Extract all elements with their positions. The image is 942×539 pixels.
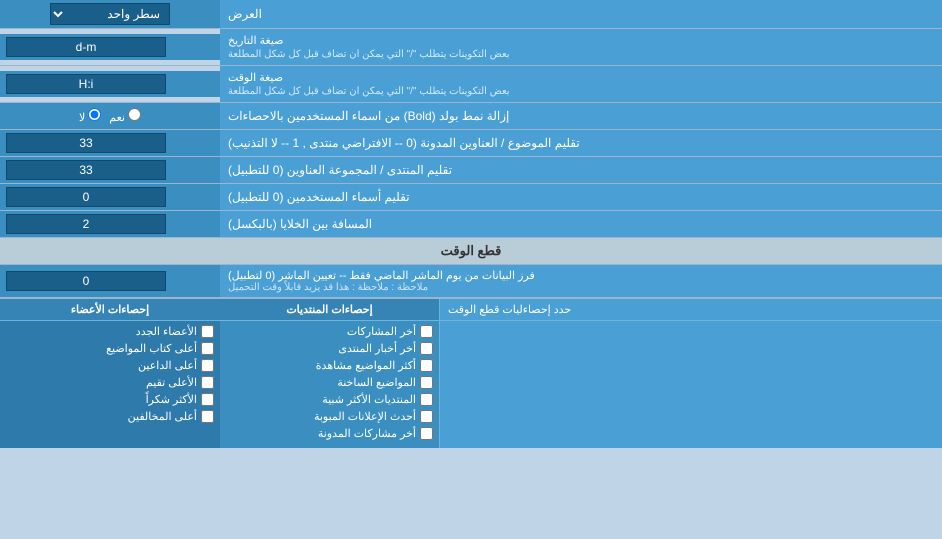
checkbox-last-blog-posts[interactable] xyxy=(420,427,433,440)
checkbox-last-posts[interactable] xyxy=(420,325,433,338)
stats-col2-body: الأعضاء الجدد أعلى كتاب المواضيع أعلى ال… xyxy=(0,321,220,448)
date-format-label: صيغة التاريخ بعض التكوينات يتطلب "/" الت… xyxy=(220,29,942,65)
realtime-section-title: قطع الوقت xyxy=(0,238,942,265)
topics-limit-row: تقليم الموضوع / العناوين المدونة (0 -- ا… xyxy=(0,130,942,157)
realtime-filter-input-area xyxy=(0,265,220,297)
usernames-trim-input[interactable] xyxy=(6,187,166,207)
stats-section: حدد إحصاءليات قطع الوقت إحصاءات المنتديا… xyxy=(0,298,942,448)
display-mode-row: العرض سطر واحد سطرين ثلاثة أسطر xyxy=(0,0,942,29)
checkbox-new-members[interactable] xyxy=(201,325,214,338)
list-item: أعلى المخالفين xyxy=(6,410,214,423)
bold-yes-label: نعم xyxy=(109,108,141,124)
realtime-filter-input[interactable] xyxy=(6,271,166,291)
list-item: المنتديات الأكثر شبية xyxy=(226,393,433,406)
display-mode-select[interactable]: سطر واحد سطرين ثلاثة أسطر xyxy=(50,3,170,25)
stats-col1-body: أخر المشاركات أخر أخبار المنتدى أكثر الم… xyxy=(220,321,440,448)
forum-titles-row: تقليم المنتدى / المجموعة العناوين (0 للت… xyxy=(0,157,942,184)
list-item: أعلى كتاب المواضيع xyxy=(6,342,214,355)
checkbox-top-violators[interactable] xyxy=(201,410,214,423)
stats-col2-header: إحصاءات الأعضاء xyxy=(0,299,220,320)
time-format-label: صيغة الوقت بعض التكوينات يتطلب "/" التي … xyxy=(220,66,942,102)
cells-gap-label: المسافة بين الخلايا (بالبكسل) xyxy=(220,211,942,237)
stats-main-label: حدد إحصاءليات قطع الوقت xyxy=(440,299,942,320)
cells-gap-input[interactable] xyxy=(6,214,166,234)
checkbox-latest-ads[interactable] xyxy=(420,410,433,423)
checkbox-most-thanked[interactable] xyxy=(201,393,214,406)
bold-no-radio[interactable] xyxy=(88,108,101,121)
list-item: أكثر المواضيع مشاهدة xyxy=(226,359,433,372)
stats-headers-row: حدد إحصاءليات قطع الوقت إحصاءات المنتديا… xyxy=(0,299,942,321)
list-item: أعلى الداعين xyxy=(6,359,214,372)
stats-left-spacer xyxy=(440,321,942,448)
display-mode-label: العرض xyxy=(220,3,942,25)
bold-stats-row: إزالة نمط بولد (Bold) من اسماء المستخدمي… xyxy=(0,103,942,130)
list-item: أحدث الإعلانات المبوبة xyxy=(226,410,433,423)
list-item: الأعضاء الجدد xyxy=(6,325,214,338)
forum-titles-input[interactable] xyxy=(6,160,166,180)
checkbox-most-viewed[interactable] xyxy=(420,359,433,372)
topics-limit-input[interactable] xyxy=(6,133,166,153)
time-format-input-area xyxy=(0,71,220,97)
checkbox-top-rated[interactable] xyxy=(201,376,214,389)
main-container: العرض سطر واحد سطرين ثلاثة أسطر صيغة الت… xyxy=(0,0,942,448)
topics-limit-input-area xyxy=(0,130,220,156)
realtime-filter-label: فرز البيانات من يوم الماشر الماضي فقط --… xyxy=(220,265,942,297)
cells-gap-row: المسافة بين الخلايا (بالبكسل) xyxy=(0,211,942,238)
bold-yes-radio[interactable] xyxy=(128,108,141,121)
checkbox-hot-topics[interactable] xyxy=(420,376,433,389)
list-item: أخر مشاركات المدونة xyxy=(226,427,433,440)
usernames-trim-label: تقليم أسماء المستخدمين (0 للتطبيل) xyxy=(220,184,942,210)
stats-col1-header: إحصاءات المنتديات xyxy=(220,299,440,320)
list-item: الأعلى تقيم xyxy=(6,376,214,389)
list-item: أخر أخبار المنتدى xyxy=(226,342,433,355)
checkbox-top-topic-writers[interactable] xyxy=(201,342,214,355)
checkbox-most-similar[interactable] xyxy=(420,393,433,406)
bold-stats-radio-area: نعم لا xyxy=(0,103,220,129)
stats-body: أخر المشاركات أخر أخبار المنتدى أكثر الم… xyxy=(0,321,942,448)
bold-stats-label: إزالة نمط بولد (Bold) من اسماء المستخدمي… xyxy=(220,103,942,129)
date-format-row: صيغة التاريخ بعض التكوينات يتطلب "/" الت… xyxy=(0,29,942,66)
list-item: الأكثر شكراً xyxy=(6,393,214,406)
date-format-input-area xyxy=(0,34,220,60)
date-format-input[interactable] xyxy=(6,37,166,57)
checkbox-last-news[interactable] xyxy=(420,342,433,355)
list-item: المواضيع الساخنة xyxy=(226,376,433,389)
topics-limit-label: تقليم الموضوع / العناوين المدونة (0 -- ا… xyxy=(220,130,942,156)
display-mode-select-area: سطر واحد سطرين ثلاثة أسطر xyxy=(0,0,220,28)
forum-titles-input-area xyxy=(0,157,220,183)
forum-titles-label: تقليم المنتدى / المجموعة العناوين (0 للت… xyxy=(220,157,942,183)
checkbox-top-inviters[interactable] xyxy=(201,359,214,372)
cells-gap-input-area xyxy=(0,211,220,237)
realtime-filter-row: فرز البيانات من يوم الماشر الماضي فقط --… xyxy=(0,265,942,298)
usernames-trim-row: تقليم أسماء المستخدمين (0 للتطبيل) xyxy=(0,184,942,211)
time-format-row: صيغة الوقت بعض التكوينات يتطلب "/" التي … xyxy=(0,66,942,103)
bold-no-label: لا xyxy=(79,108,101,124)
time-format-input[interactable] xyxy=(6,74,166,94)
list-item: أخر المشاركات xyxy=(226,325,433,338)
usernames-trim-input-area xyxy=(0,184,220,210)
